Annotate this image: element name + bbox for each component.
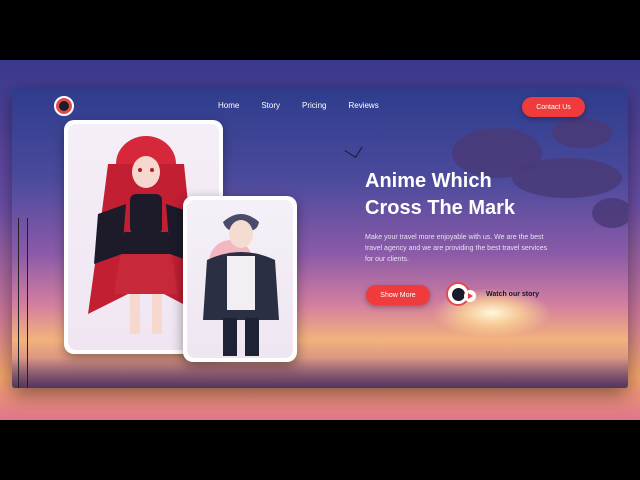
anime-card-boy xyxy=(183,196,297,362)
play-icon[interactable] xyxy=(464,290,476,302)
nav-item-reviews[interactable]: Reviews xyxy=(348,101,378,110)
story-avatar[interactable] xyxy=(446,282,476,306)
city-skyline xyxy=(12,358,628,388)
contact-us-button[interactable]: Contact Us xyxy=(522,97,585,117)
show-more-button[interactable]: Show More xyxy=(366,285,430,305)
cloud xyxy=(552,118,612,148)
bird-icon: ⌵ xyxy=(340,132,367,166)
main-nav: Home Story Pricing Reviews xyxy=(218,101,401,110)
nav-item-pricing[interactable]: Pricing xyxy=(302,101,326,110)
anime-boy-image xyxy=(187,200,293,358)
hero-title: Anime Which Cross The Mark xyxy=(365,168,605,222)
hero-title-line2: Cross The Mark xyxy=(365,197,516,219)
watch-story-label[interactable]: Watch our story xyxy=(486,291,539,298)
power-tower xyxy=(18,218,28,388)
hero-title-line1: Anime Which xyxy=(365,170,492,192)
nav-item-story[interactable]: Story xyxy=(261,101,280,110)
nav-item-home[interactable]: Home xyxy=(218,101,239,110)
hero-description: Make your travel more enjoyable with us.… xyxy=(365,234,548,263)
logo-icon[interactable] xyxy=(54,96,74,116)
watch-story-link[interactable]: Watch our story xyxy=(446,282,539,306)
landing-page-frame: ⌵ Home Story Pricing Reviews Contact Us xyxy=(12,88,628,388)
